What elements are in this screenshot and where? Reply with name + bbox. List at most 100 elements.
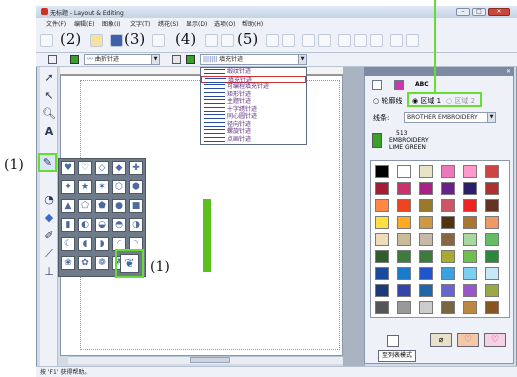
abc-text-icon[interactable] bbox=[318, 34, 331, 47]
shape-option-icon[interactable]: ◑ bbox=[129, 218, 143, 232]
shape-tool-icon[interactable]: ✎ bbox=[38, 153, 57, 172]
color-swatch[interactable] bbox=[419, 182, 433, 195]
panel-tab-list-icon[interactable] bbox=[372, 80, 382, 90]
color-swatch[interactable] bbox=[419, 250, 433, 263]
shape-option-icon[interactable]: ★ bbox=[78, 180, 92, 194]
shape-option-icon[interactable]: ✚ bbox=[129, 161, 143, 175]
color-swatch[interactable] bbox=[485, 182, 499, 195]
color-swatch[interactable] bbox=[375, 165, 389, 178]
save-icon[interactable] bbox=[110, 34, 123, 47]
green-line-shape[interactable] bbox=[203, 199, 211, 272]
brush-icon[interactable]: ✐ bbox=[41, 228, 57, 244]
shape-option-icon[interactable]: ◓ bbox=[112, 218, 126, 232]
line-sew-type-select[interactable]: 〰 曲折针迹 ▼ bbox=[84, 54, 160, 65]
color-swatch[interactable] bbox=[441, 284, 455, 297]
color-swatch[interactable] bbox=[441, 301, 455, 314]
sew-type-option[interactable]: 径向针迹 bbox=[201, 121, 306, 129]
stitch-simulator-icon[interactable] bbox=[302, 34, 315, 47]
no-color-icon[interactable]: ⌀ bbox=[430, 333, 452, 347]
color-swatch[interactable] bbox=[463, 267, 477, 280]
color-swatch[interactable] bbox=[397, 301, 411, 314]
color-swatch[interactable] bbox=[419, 267, 433, 280]
blue-tool-icon[interactable]: ◆ bbox=[41, 210, 57, 226]
list-mode-button[interactable]: 至列表模式 bbox=[378, 350, 417, 362]
pattern-icon[interactable] bbox=[354, 34, 367, 47]
color-swatch[interactable] bbox=[485, 301, 499, 314]
sew-type-option[interactable]: 矩形针迹 bbox=[201, 91, 306, 99]
color-swatch[interactable] bbox=[485, 233, 499, 246]
line-icon[interactable] bbox=[48, 55, 57, 64]
region-color-swatch[interactable] bbox=[186, 55, 195, 64]
color-swatch[interactable] bbox=[397, 216, 411, 229]
menu-sew[interactable]: 绣花(S) bbox=[158, 19, 179, 28]
shape-option-icon[interactable]: ■ bbox=[129, 199, 143, 213]
color-swatch[interactable] bbox=[485, 165, 499, 178]
color-swatch[interactable] bbox=[485, 284, 499, 297]
panel-tab-color-icon[interactable] bbox=[394, 80, 404, 90]
shape-option-icon[interactable]: ✦ bbox=[61, 180, 75, 194]
panel-tab-abc[interactable]: ABC bbox=[415, 81, 429, 89]
shape-option-icon[interactable]: ❁ bbox=[95, 256, 109, 270]
sew-type-option[interactable]: 点画针迹 bbox=[201, 136, 306, 144]
sew-type-option[interactable]: 填充针迹 bbox=[201, 75, 306, 84]
menu-file[interactable]: 文件(F) bbox=[46, 19, 66, 28]
color-swatch[interactable] bbox=[463, 250, 477, 263]
color-swatch[interactable] bbox=[463, 301, 477, 314]
region-sew-type-list[interactable]: 缎纹针迹 填充针迹 可编程填充针迹 矩形针迹 主题针迹 十字绣针迹 同心圆针迹 径向针迹 螺旋针… bbox=[200, 67, 307, 145]
region-sew-type-select[interactable]: ||||||| 填充针迹 ▼ bbox=[200, 54, 307, 65]
color-swatch[interactable] bbox=[397, 233, 411, 246]
color-swatch[interactable] bbox=[441, 165, 455, 178]
color-swatch[interactable] bbox=[419, 165, 433, 178]
panel-close-icon[interactable]: ✕ bbox=[506, 68, 511, 75]
color-swatch[interactable] bbox=[485, 250, 499, 263]
sew-type-option[interactable]: 可编程填充针迹 bbox=[201, 83, 306, 91]
radio-outline[interactable]: ○ 轮廓线 bbox=[373, 97, 402, 106]
shape-option-icon[interactable]: ▮ bbox=[61, 218, 75, 232]
radio-region-1[interactable]: ◉ 区域 1 bbox=[412, 97, 441, 106]
menu-help[interactable]: 帮助(H) bbox=[242, 19, 263, 28]
point-edit-icon[interactable]: ↖ bbox=[41, 88, 57, 104]
shape-option-icon[interactable]: ⬠ bbox=[78, 199, 92, 213]
shape-option-icon[interactable]: ◖ bbox=[78, 237, 92, 251]
maximize-button[interactable]: □ bbox=[472, 8, 486, 16]
open-file-icon[interactable] bbox=[90, 34, 103, 47]
zoom-icon[interactable]: 🔍︎ bbox=[41, 106, 57, 122]
menu-display[interactable]: 显示(D) bbox=[186, 19, 207, 28]
eyedropper-icon[interactable] bbox=[387, 335, 399, 347]
color-swatch[interactable] bbox=[375, 216, 389, 229]
color-swatch[interactable] bbox=[441, 199, 455, 212]
sew-type-option[interactable]: 同心圆针迹 bbox=[201, 113, 306, 121]
color-swatch[interactable] bbox=[419, 233, 433, 246]
shape-option-icon[interactable]: ◐ bbox=[78, 218, 92, 232]
card-write-icon[interactable] bbox=[406, 34, 419, 47]
color-swatch[interactable] bbox=[441, 267, 455, 280]
color-swatch[interactable] bbox=[485, 267, 499, 280]
color-swatch[interactable] bbox=[441, 216, 455, 229]
shape-option-icon[interactable]: ● bbox=[112, 199, 126, 213]
color-swatch[interactable] bbox=[463, 199, 477, 212]
shape-option-icon[interactable]: ◗ bbox=[95, 237, 109, 251]
color-swatch[interactable] bbox=[441, 182, 455, 195]
heart-pink-icon[interactable]: ♡ bbox=[484, 333, 506, 347]
color-swatch[interactable] bbox=[397, 267, 411, 280]
paste-icon[interactable] bbox=[205, 34, 218, 47]
shape-option-icon[interactable]: ✿ bbox=[78, 256, 92, 270]
shape-option-icon[interactable]: ◆ bbox=[112, 161, 126, 175]
menu-text[interactable]: 文字(T) bbox=[130, 19, 150, 28]
color-swatch[interactable] bbox=[441, 233, 455, 246]
menu-image[interactable]: 图象(I) bbox=[102, 19, 120, 28]
leaf-shape-button[interactable] bbox=[115, 249, 144, 278]
line-color-swatch[interactable] bbox=[70, 55, 79, 64]
menu-edit[interactable]: 编辑(E) bbox=[74, 19, 94, 28]
shape-option-icon[interactable]: ⬡ bbox=[112, 180, 126, 194]
color-swatch[interactable] bbox=[419, 216, 433, 229]
shape-option-icon[interactable]: ☾ bbox=[61, 237, 75, 251]
transfer-icon[interactable] bbox=[390, 34, 403, 47]
undo-icon[interactable] bbox=[221, 34, 234, 47]
color-swatch[interactable] bbox=[463, 233, 477, 246]
color-swatch[interactable] bbox=[463, 165, 477, 178]
color-swatch[interactable] bbox=[375, 250, 389, 263]
minimize-button[interactable]: – bbox=[456, 8, 470, 16]
heart-icon[interactable]: ♡ bbox=[457, 333, 479, 347]
menu-option[interactable]: 选项(O) bbox=[214, 19, 235, 28]
